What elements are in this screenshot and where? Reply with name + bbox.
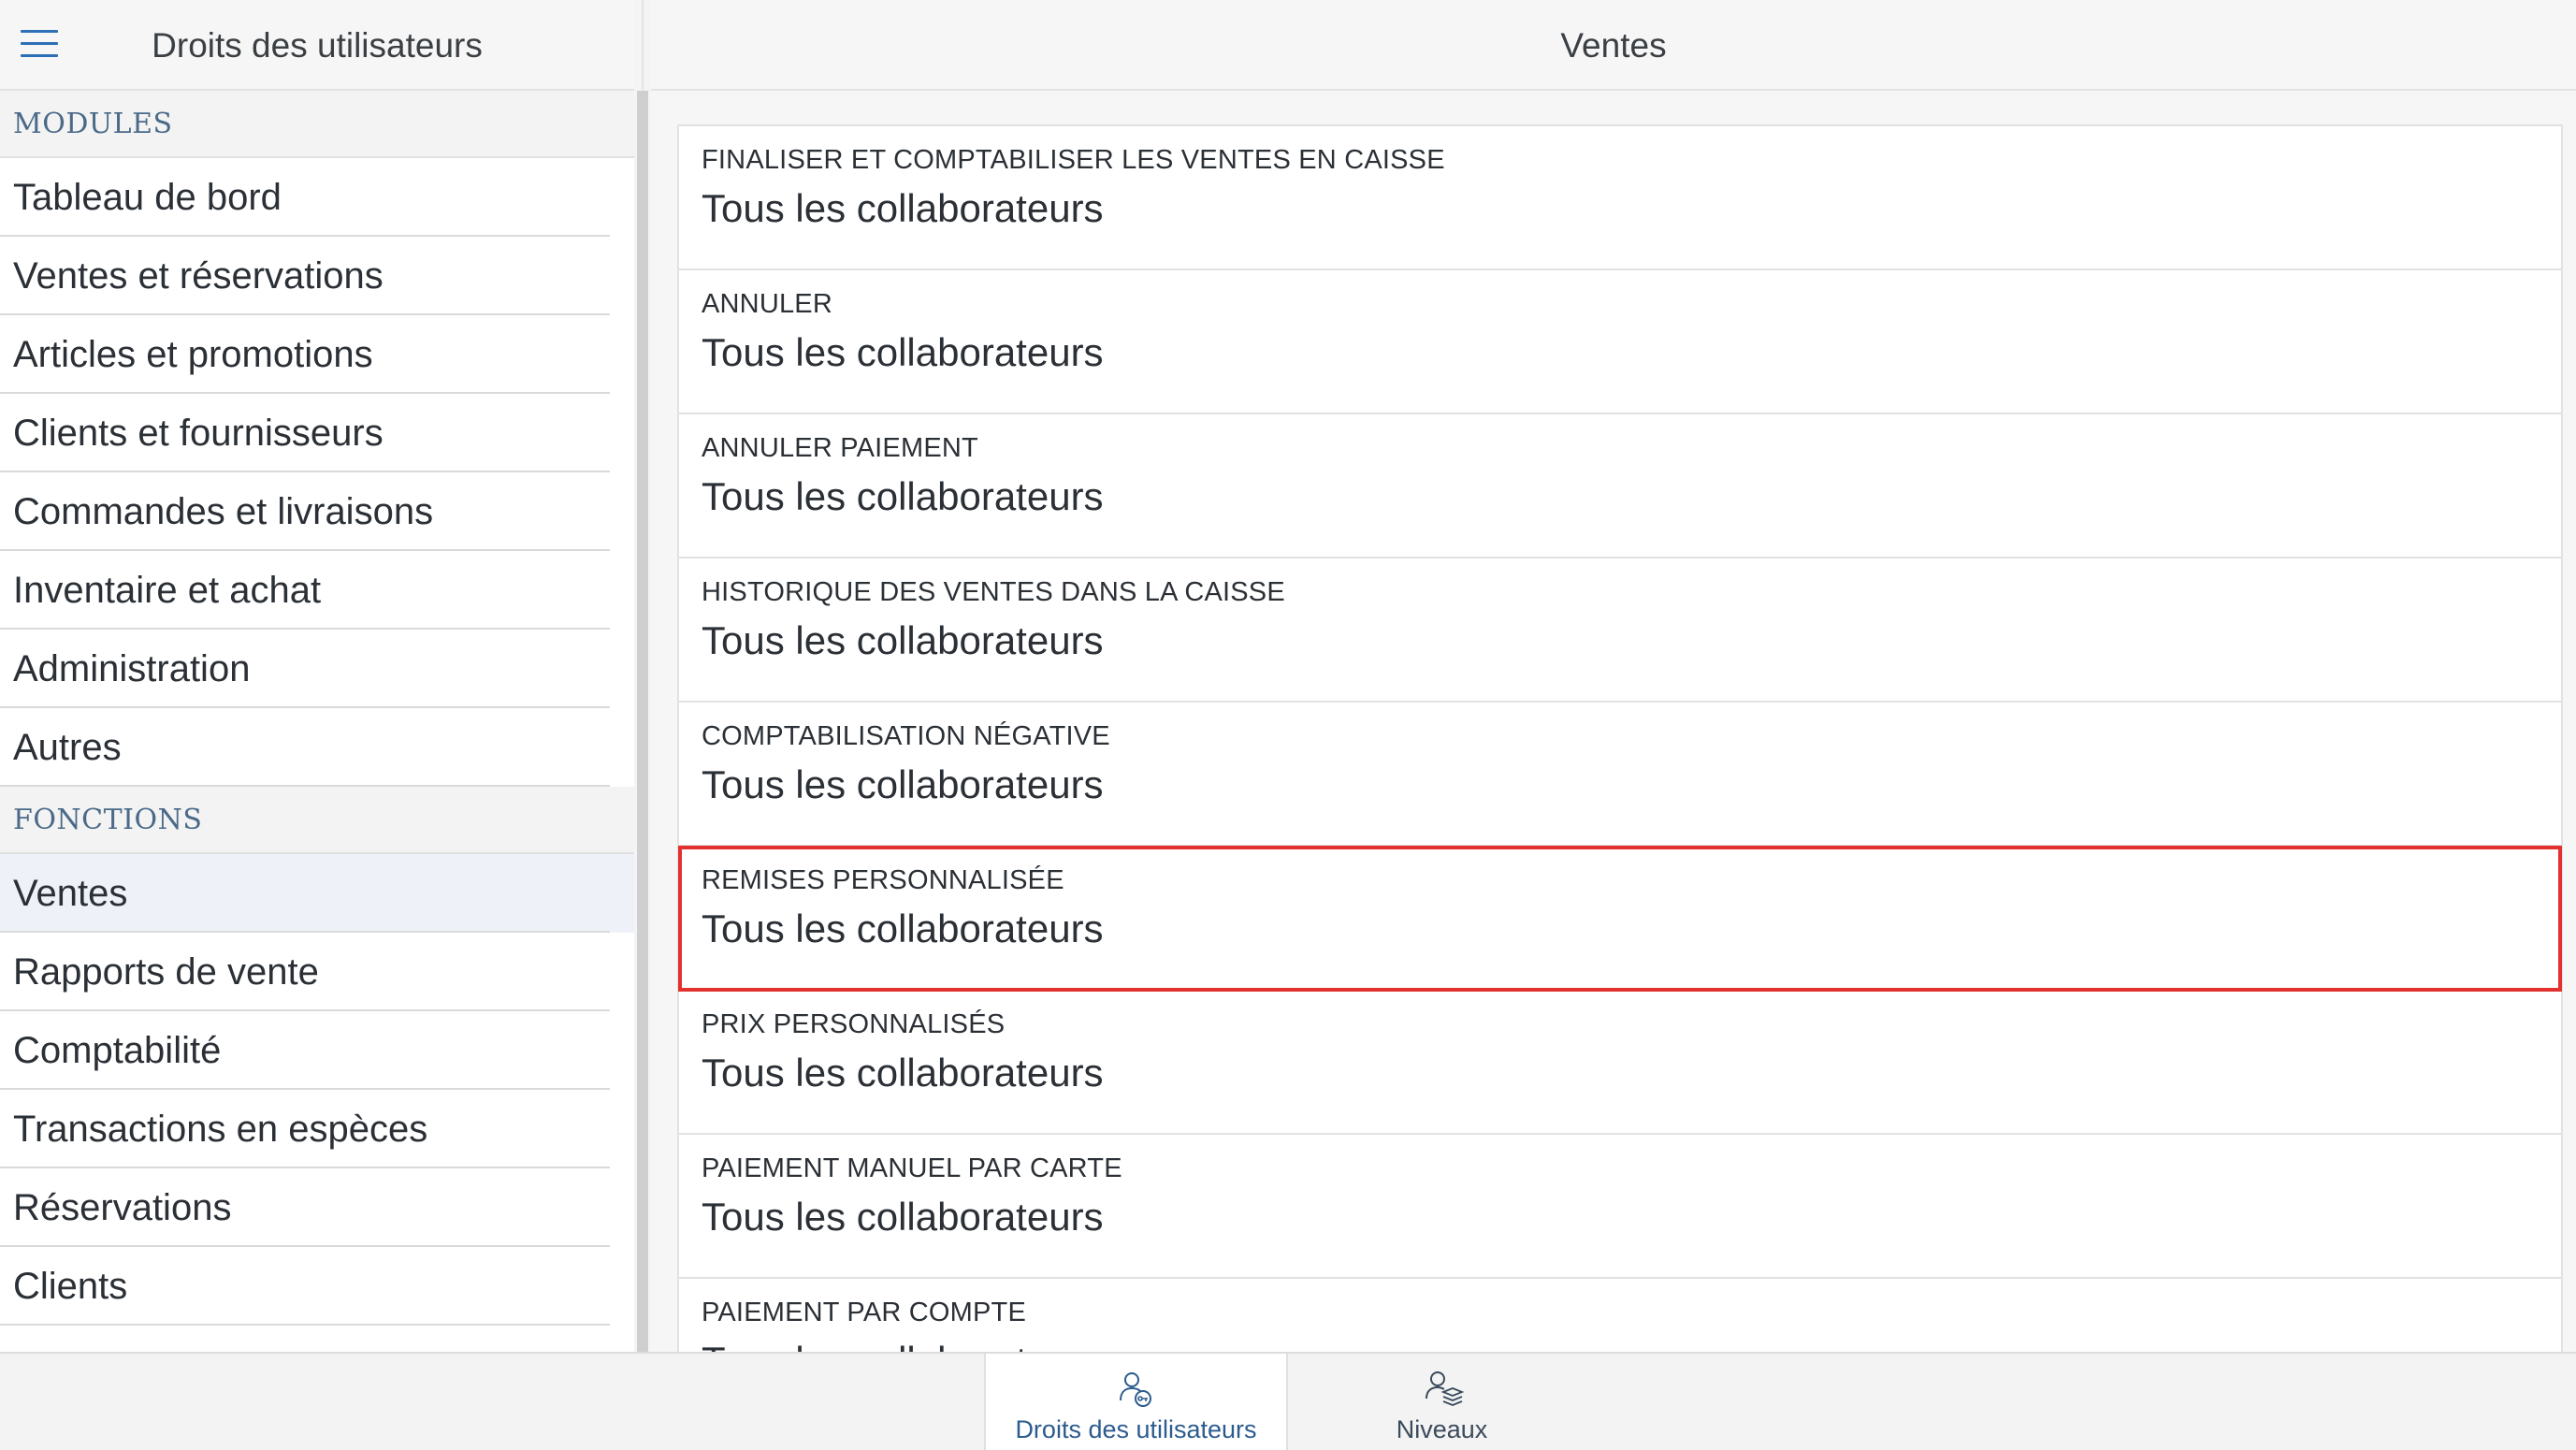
permission-value: Tous les collaborateurs (702, 762, 1104, 806)
nav-item-articles-et-promotions[interactable]: Articles et promotions (0, 315, 634, 394)
nav-item-reservations[interactable]: Réservations (0, 1168, 634, 1247)
levels-icon (1425, 1371, 1464, 1406)
permission-row-paiement-par-compte[interactable]: PAIEMENT PAR COMPTE Tous les collaborate… (679, 1279, 2561, 1352)
section-header-fonctions: FONCTIONS (0, 787, 634, 854)
permission-value: Tous les collaborateurs (702, 906, 1104, 950)
nav-item-partial[interactable] (0, 1326, 634, 1352)
permission-row-remises-personnalisee[interactable]: REMISES PERSONNALISÉE Tous les collabora… (678, 846, 2562, 992)
permission-value: Tous les collaborateurs (702, 1051, 1104, 1095)
permission-value: Tous les collaborateurs (702, 330, 1104, 374)
permission-label: PAIEMENT PAR COMPTE (702, 1298, 1027, 1327)
permissions-panel: FINALISER ET COMPTABILISER LES VENTES EN… (651, 91, 2576, 1352)
user-rights-icon (1119, 1372, 1151, 1407)
pane-divider (634, 0, 651, 1352)
permission-value: Tous les collaborateurs (702, 474, 1104, 518)
nav-item-ventes-et-reservations[interactable]: Ventes et réservations (0, 237, 634, 315)
tab-label: Niveaux (1396, 1415, 1488, 1443)
permission-label: COMPTABILISATION NÉGATIVE (702, 721, 1110, 751)
nav-item-clients[interactable]: Clients (0, 1247, 634, 1326)
tab-label: Droits des utilisateurs (1015, 1415, 1257, 1443)
permission-row-paiement-manuel-carte[interactable]: PAIEMENT MANUEL PAR CARTE Tous les colla… (679, 1135, 2561, 1279)
permission-label: ANNULER (702, 289, 832, 319)
permission-label: ANNULER PAIEMENT (702, 433, 978, 463)
nav-item-autres[interactable]: Autres (0, 708, 634, 787)
permission-value: Tous les collaborateurs (702, 186, 1104, 230)
permission-row-comptabilisation-negative[interactable]: COMPTABILISATION NÉGATIVE Tous les colla… (679, 703, 2561, 847)
left-panel-title: Droits des utilisateurs (152, 26, 483, 65)
nav-item-commandes-et-livraisons[interactable]: Commandes et livraisons (0, 472, 634, 551)
nav-item-tableau-de-bord[interactable]: Tableau de bord (0, 158, 634, 237)
permission-label: PRIX PERSONNALISÉS (702, 1009, 1006, 1039)
bottom-tab-bar: Droits des utilisateurs Niveaux (0, 1352, 2576, 1450)
nav-item-clients-et-fournisseurs[interactable]: Clients et fournisseurs (0, 394, 634, 472)
nav-item-rapports-de-vente[interactable]: Rapports de vente (0, 933, 634, 1011)
right-panel-title: Ventes (651, 0, 2576, 91)
left-pane-scrollbar[interactable] (637, 91, 648, 1352)
permission-row-prix-personnalises[interactable]: PRIX PERSONNALISÉS Tous les collaborateu… (679, 991, 2561, 1135)
nav-item-comptabilite[interactable]: Comptabilité (0, 1011, 634, 1090)
tab-droits-des-utilisateurs[interactable]: Droits des utilisateurs (984, 1354, 1288, 1450)
permission-label: HISTORIQUE DES VENTES DANS LA CAISSE (702, 577, 1285, 607)
nav-item-ventes[interactable]: Ventes (0, 854, 634, 933)
tab-niveaux[interactable]: Niveaux (1290, 1354, 1594, 1450)
nav-item-administration[interactable]: Administration (0, 630, 634, 708)
permission-row-annuler-paiement[interactable]: ANNULER PAIEMENT Tous les collaborateurs (679, 414, 2561, 558)
permission-value: Tous les collaborateurs (702, 1195, 1104, 1239)
left-navigation-list: MODULES Tableau de bord Ventes et réserv… (0, 91, 634, 1352)
nav-item-transactions-en-especes[interactable]: Transactions en espèces (0, 1090, 634, 1168)
left-header: Droits des utilisateurs (0, 0, 634, 91)
permission-label: PAIEMENT MANUEL PAR CARTE (702, 1153, 1122, 1183)
permission-row-annuler[interactable]: ANNULER Tous les collaborateurs (679, 270, 2561, 414)
section-header-modules: MODULES (0, 91, 634, 158)
permission-label: REMISES PERSONNALISÉE (702, 865, 1064, 895)
permission-value: Tous les collaborateurs (702, 1339, 1104, 1352)
permission-row-historique[interactable]: HISTORIQUE DES VENTES DANS LA CAISSE Tou… (679, 558, 2561, 703)
nav-item-inventaire-et-achat[interactable]: Inventaire et achat (0, 551, 634, 630)
permission-row-finaliser[interactable]: FINALISER ET COMPTABILISER LES VENTES EN… (679, 126, 2561, 270)
permissions-list: FINALISER ET COMPTABILISER LES VENTES EN… (677, 124, 2563, 1352)
permission-value: Tous les collaborateurs (702, 618, 1104, 662)
permission-label: FINALISER ET COMPTABILISER LES VENTES EN… (702, 145, 1445, 175)
